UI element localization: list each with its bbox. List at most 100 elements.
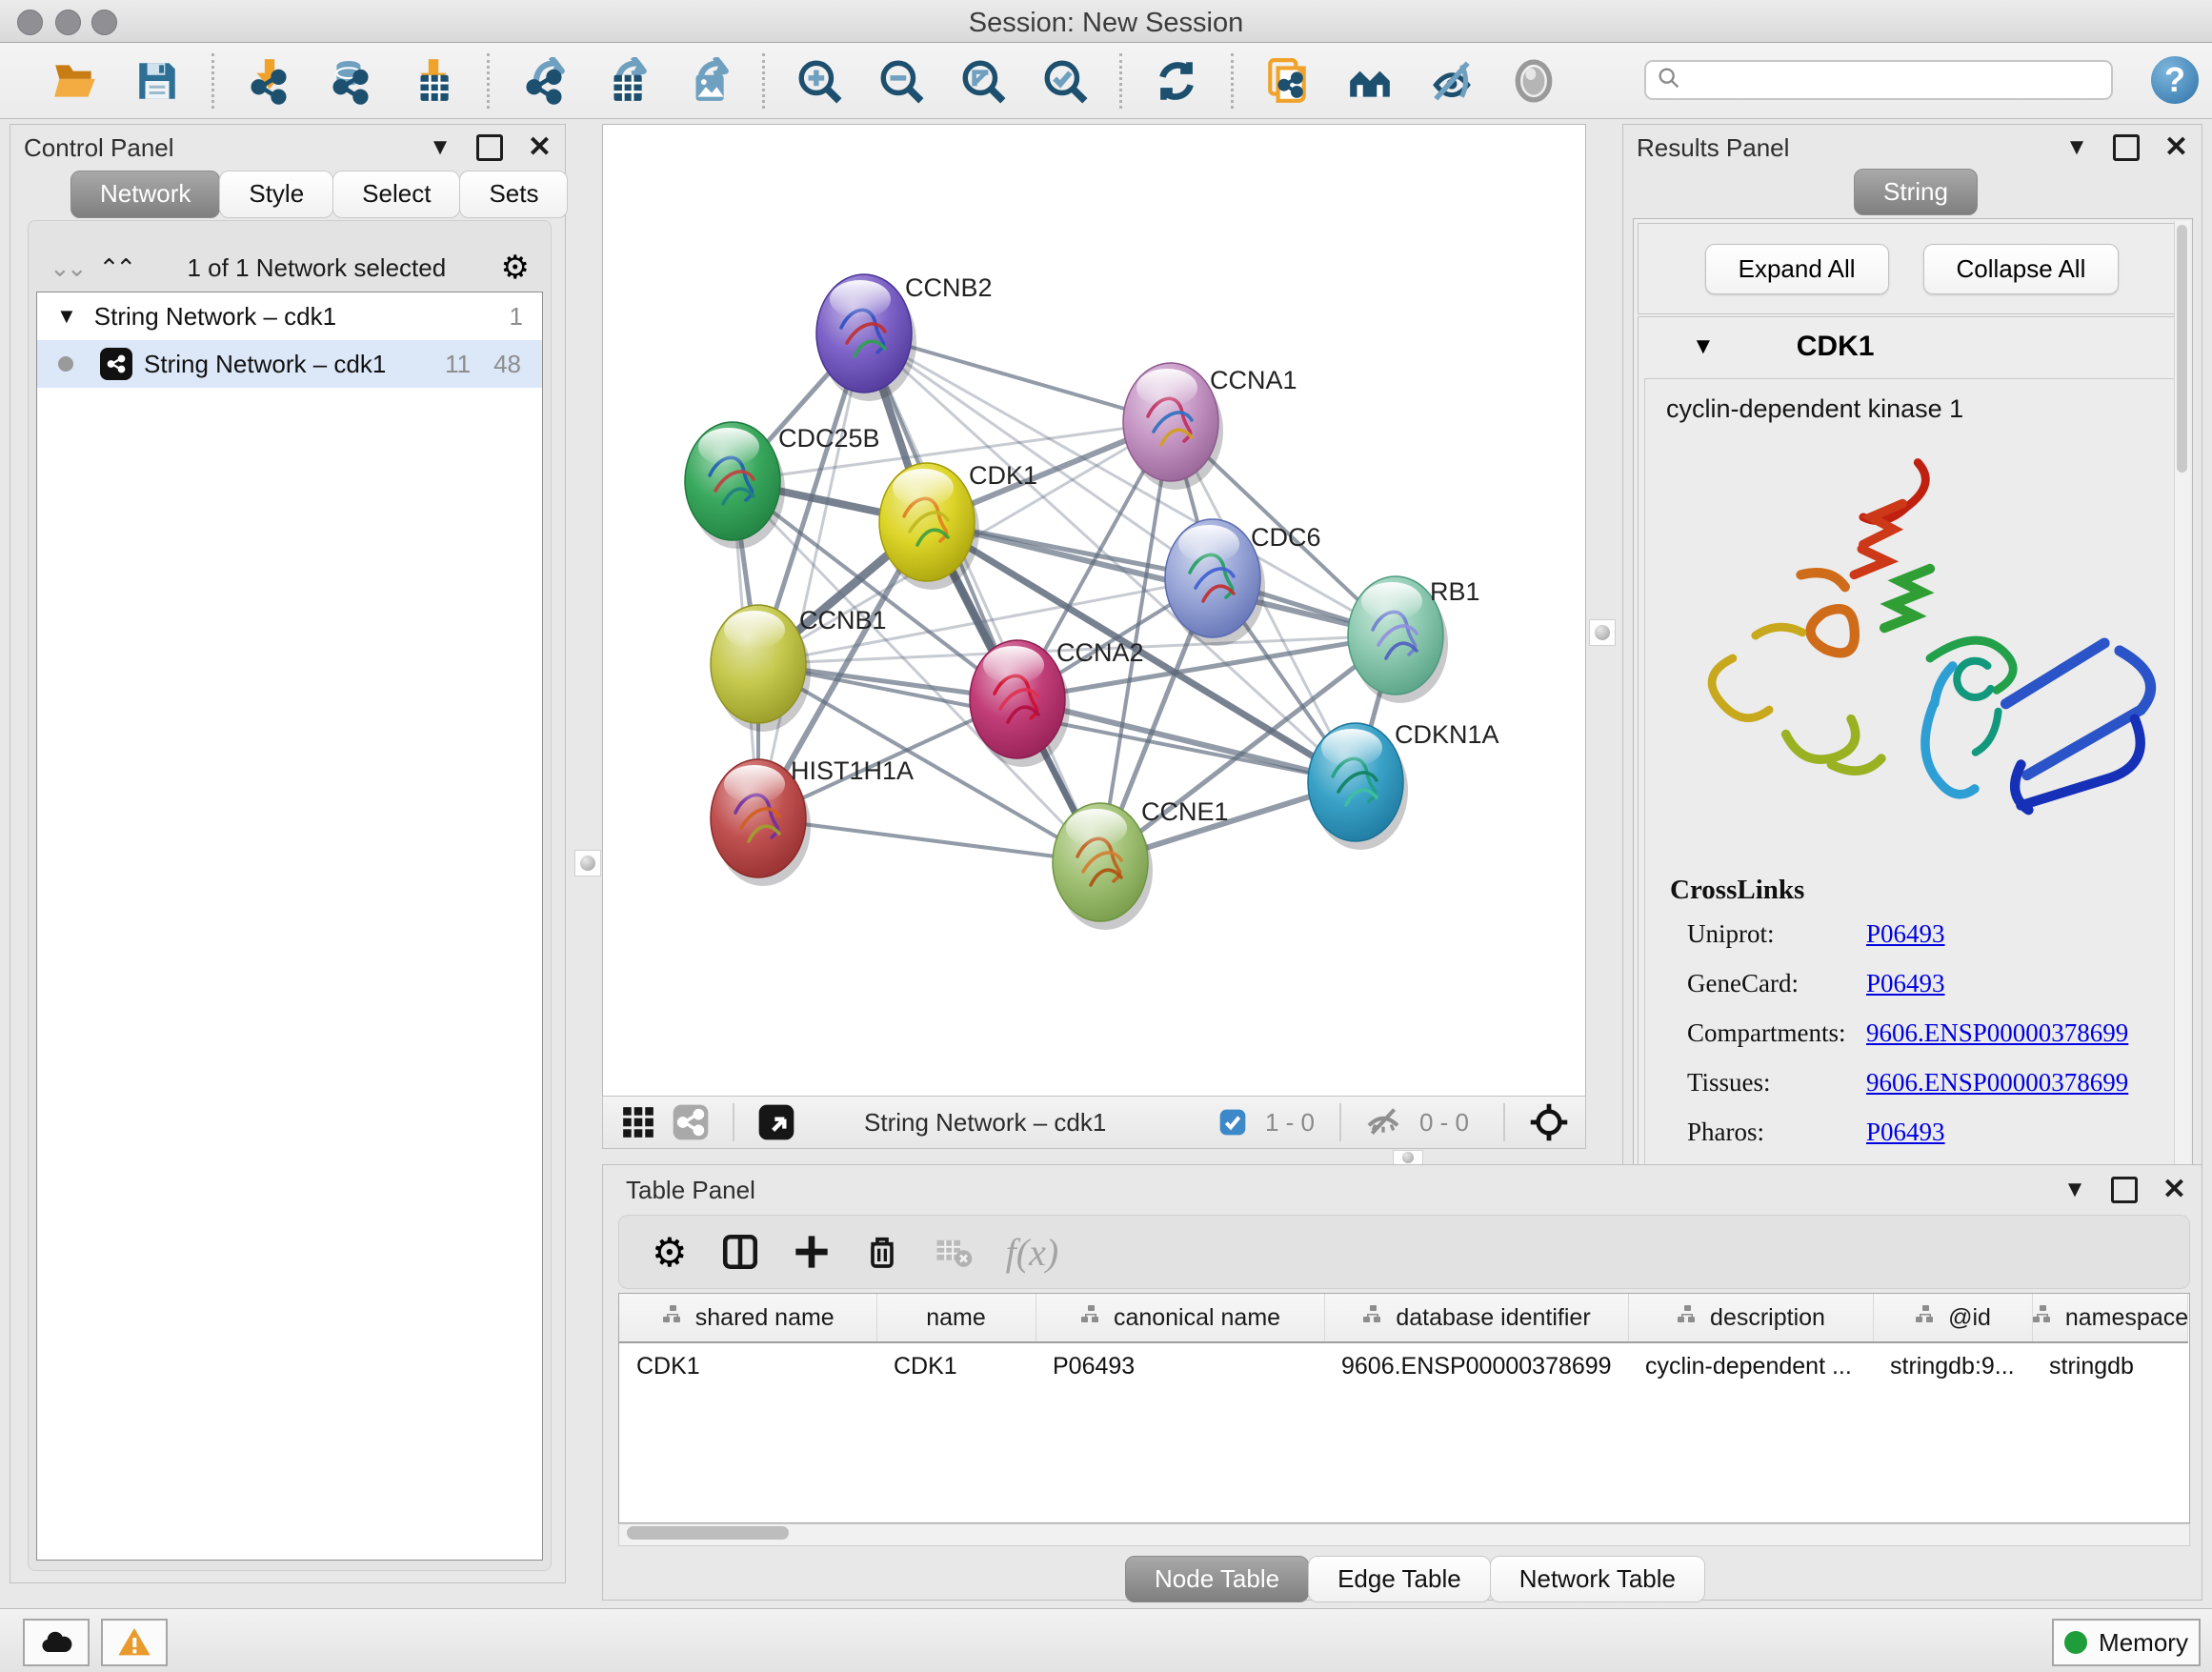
export-network-icon[interactable] xyxy=(519,56,569,106)
node-CDK1[interactable] xyxy=(879,463,979,590)
column-header-description[interactable]: description xyxy=(1628,1294,1873,1342)
export-image-icon[interactable] xyxy=(683,56,733,106)
panel-menu-icon[interactable]: ▼ xyxy=(2065,136,2088,159)
import-network-icon[interactable] xyxy=(244,56,293,106)
panel-close-icon[interactable]: ✕ xyxy=(2162,1176,2186,1204)
zoom-out-icon[interactable] xyxy=(876,56,926,106)
crosslink-link[interactable]: 9606.ENSP00000378699 xyxy=(1866,1068,2128,1098)
table-cell[interactable]: CDK1 xyxy=(619,1342,876,1389)
crosslink-link[interactable]: 9606.ENSP00000378699 xyxy=(1866,1018,2128,1048)
string-view-icon[interactable] xyxy=(672,1103,710,1141)
tab-network-table[interactable]: Network Table xyxy=(1490,1556,1705,1602)
column-header-canonical-name[interactable]: canonical name xyxy=(1036,1294,1324,1342)
warnings-button[interactable] xyxy=(101,1619,168,1666)
table-cell[interactable]: cyclin-dependent ... xyxy=(1628,1342,1873,1389)
cloud-button[interactable] xyxy=(23,1619,90,1666)
column-header-database-identifier[interactable]: database identifier xyxy=(1324,1294,1628,1342)
panel-float-icon[interactable] xyxy=(2111,1177,2138,1203)
collapse-all-icon[interactable]: ⌄⌄ xyxy=(50,253,84,283)
panel-menu-icon[interactable]: ▼ xyxy=(429,136,452,159)
search-box[interactable] xyxy=(1644,60,2113,100)
crosslink-link[interactable]: P06493 xyxy=(1866,919,1945,949)
node-CCNB2[interactable] xyxy=(816,274,916,401)
network-row[interactable]: String Network – cdk1 11 48 xyxy=(37,340,542,388)
table-cell[interactable]: CDK1 xyxy=(876,1342,1036,1389)
results-scrollbar[interactable] xyxy=(2174,221,2190,1183)
crosslink-link[interactable]: P06493 xyxy=(1866,969,1945,998)
memory-button[interactable]: Memory xyxy=(2052,1619,2201,1666)
fit-selected-crosshair-icon[interactable] xyxy=(1528,1101,1570,1143)
tab-network[interactable]: Network xyxy=(70,171,220,218)
node-CCNB1[interactable] xyxy=(711,605,811,732)
open-session-icon[interactable] xyxy=(50,56,100,106)
table-cell[interactable]: P06493 xyxy=(1036,1342,1324,1389)
column-header-@id[interactable]: @id xyxy=(1873,1294,2032,1342)
show-columns-icon[interactable] xyxy=(720,1232,760,1272)
bottom-splitter-grip[interactable] xyxy=(1393,1150,1423,1165)
node-CCNA1[interactable] xyxy=(1123,363,1223,490)
left-splitter-grip[interactable] xyxy=(574,850,601,876)
panel-float-icon[interactable] xyxy=(476,134,503,161)
export-table-icon[interactable] xyxy=(601,56,651,106)
panel-close-icon[interactable]: ✕ xyxy=(528,133,552,162)
edge-CCNB2-HIST1H1A[interactable] xyxy=(758,333,864,818)
table-cell[interactable]: stringdb xyxy=(2032,1342,2187,1389)
gene-section-header[interactable]: ▼ CDK1 xyxy=(1639,317,2185,376)
tab-string[interactable]: String xyxy=(1854,169,1978,215)
network-canvas[interactable]: CCNB2CCNA1CDC25BCDK1CDC6RB1CCNB1CCNA2CDK… xyxy=(602,124,1586,1097)
import-database-icon[interactable] xyxy=(326,56,375,106)
selected-checkbox-icon[interactable] xyxy=(1217,1107,1248,1138)
gear-icon[interactable]: ⚙ xyxy=(501,249,530,287)
tab-node-table[interactable]: Node Table xyxy=(1125,1556,1309,1602)
grayscale-mode-icon[interactable] xyxy=(1509,56,1558,106)
search-input[interactable] xyxy=(1682,66,2096,94)
collapse-triangle-icon[interactable]: ▼ xyxy=(1692,333,1715,360)
tab-select[interactable]: Select xyxy=(332,171,460,218)
panel-float-icon[interactable] xyxy=(2113,134,2140,161)
help-button[interactable]: ? xyxy=(2151,56,2199,104)
column-header-shared-name[interactable]: shared name xyxy=(619,1294,876,1342)
right-splitter-grip[interactable] xyxy=(1589,619,1616,646)
clipboard-network-icon[interactable] xyxy=(1263,56,1313,106)
crosslink-row: Pharos:P06493 xyxy=(1670,1118,2128,1147)
table-cell[interactable]: stringdb:9... xyxy=(1873,1342,2032,1389)
node-CCNA2[interactable] xyxy=(970,640,1070,767)
collapse-all-button[interactable]: Collapse All xyxy=(1923,244,2120,294)
zoom-in-icon[interactable] xyxy=(794,56,844,106)
tree-collapse-icon[interactable]: ▼ xyxy=(56,304,77,329)
crosslink-link[interactable]: P06493 xyxy=(1866,1118,1945,1147)
table-settings-gear-icon[interactable]: ⚙ xyxy=(652,1229,688,1276)
table-row[interactable]: CDK1CDK1P064939606.ENSP00000378699cyclin… xyxy=(619,1342,2187,1389)
table-horizontal-scrollbar[interactable] xyxy=(618,1523,2190,1546)
hidden-eye-icon[interactable] xyxy=(1364,1103,1402,1141)
add-column-icon[interactable] xyxy=(793,1233,831,1271)
network-label: String Network – cdk1 xyxy=(144,350,445,379)
memory-status-dot xyxy=(2064,1631,2087,1654)
zoom-selected-icon[interactable] xyxy=(1040,56,1090,106)
show-hide-graphics-icon[interactable] xyxy=(1427,56,1477,106)
column-header-namespace[interactable]: namespace xyxy=(2032,1294,2187,1342)
node-CDKN1A[interactable] xyxy=(1308,723,1408,850)
refresh-view-icon[interactable] xyxy=(1152,56,1201,106)
delete-column-trash-icon[interactable] xyxy=(863,1233,901,1271)
table-cell[interactable]: 9606.ENSP00000378699 xyxy=(1324,1342,1628,1389)
column-header-name[interactable]: name xyxy=(876,1294,1036,1342)
birdseye-view-icon[interactable] xyxy=(757,1103,795,1141)
zoom-fit-icon[interactable] xyxy=(958,56,1008,106)
network-graph: CCNB2CCNA1CDC25BCDK1CDC6RB1CCNB1CCNA2CDK… xyxy=(603,125,1585,1096)
expand-all-icon[interactable]: ⌃⌃ xyxy=(99,253,133,283)
hidden-counts: 0 - 0 xyxy=(1419,1108,1469,1138)
expand-all-button[interactable]: Expand All xyxy=(1705,244,1889,294)
grid-view-icon[interactable] xyxy=(620,1104,656,1140)
panel-menu-icon[interactable]: ▼ xyxy=(2063,1178,2086,1201)
panel-close-icon[interactable]: ✕ xyxy=(2164,133,2188,162)
network-collection-row[interactable]: ▼ String Network – cdk1 1 xyxy=(37,292,542,340)
home-view-icon[interactable] xyxy=(1345,56,1395,106)
tab-style[interactable]: Style xyxy=(219,171,333,218)
import-table-icon[interactable] xyxy=(408,56,457,106)
tab-sets[interactable]: Sets xyxy=(459,171,568,218)
network-column-icon xyxy=(1676,1303,1699,1333)
save-session-icon[interactable] xyxy=(132,56,182,106)
tab-edge-table[interactable]: Edge Table xyxy=(1308,1556,1491,1602)
node-CCNE1[interactable] xyxy=(1053,803,1153,930)
